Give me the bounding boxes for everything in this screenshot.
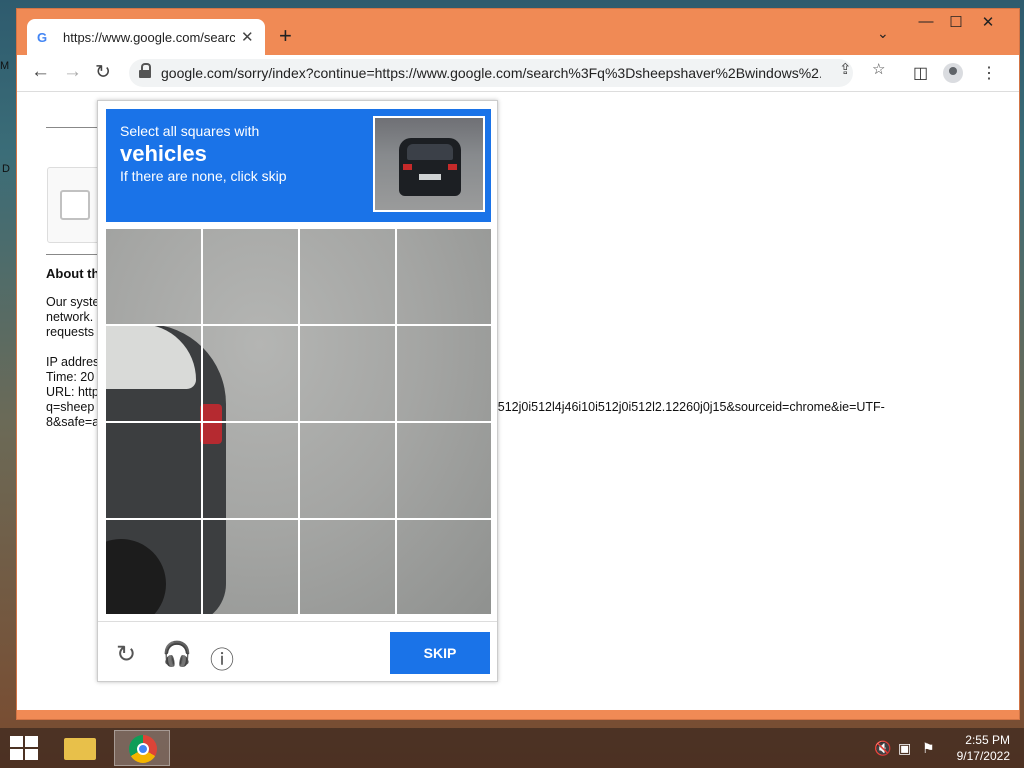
captcha-dialog: Select all squares with vehicles If ther…	[97, 100, 498, 682]
grid-tile[interactable]	[300, 326, 395, 421]
target-object-label: vehicles	[120, 141, 207, 166]
bookmark-star-icon[interactable]: ☆	[872, 60, 885, 78]
grid-tile[interactable]	[106, 423, 201, 518]
share-icon[interactable]: ⇪	[839, 60, 852, 78]
side-panel-icon[interactable]: ◫	[913, 63, 928, 83]
browser-toolbar: ← → ↻ google.com/sorry/index?continue=ht…	[17, 55, 1019, 92]
grid-tile[interactable]	[203, 229, 298, 324]
grid-tile[interactable]	[106, 520, 201, 614]
address-bar[interactable]: google.com/sorry/index?continue=https://…	[129, 59, 853, 87]
reload-icon[interactable]: ↻	[95, 61, 111, 84]
para-line: Our syste	[46, 295, 100, 309]
about-heading: About th	[46, 266, 100, 281]
help-info-icon[interactable]: ⓘ	[210, 640, 234, 675]
clock-date: 9/17/2022	[956, 749, 1010, 763]
grid-tile[interactable]	[397, 229, 491, 324]
reload-challenge-icon[interactable]: ↻	[116, 640, 136, 669]
grid-tile[interactable]	[203, 423, 298, 518]
desktop-edge-text-2: D	[2, 163, 10, 175]
lock-icon	[139, 63, 151, 78]
url-label: URL: http	[46, 385, 99, 399]
tab-search-chevron-icon[interactable]: ⌄	[877, 25, 889, 42]
google-favicon-icon: G	[37, 29, 48, 45]
captcha-image-grid	[106, 229, 491, 614]
action-center-flag-icon[interactable]: ⚑	[922, 740, 935, 757]
url-line-3: 8&safe=a	[46, 415, 100, 429]
example-image	[373, 116, 485, 212]
grid-tile[interactable]	[300, 229, 395, 324]
url-line-left: q=sheep	[46, 400, 95, 414]
forward-arrow-icon[interactable]: →	[63, 61, 82, 83]
system-clock[interactable]: 2:55 PM 9/17/2022	[940, 732, 1010, 764]
maximize-button[interactable]: ☐	[941, 13, 971, 33]
ip-address-label: IP addres	[46, 355, 100, 369]
grid-tile[interactable]	[300, 520, 395, 614]
grid-tile[interactable]	[203, 326, 298, 421]
url-line-right: i512j0i512l4j46i10i512j0i512l2.12260j0j1…	[495, 400, 885, 414]
grid-tile[interactable]	[397, 423, 491, 518]
chrome-taskbar-icon[interactable]	[114, 730, 170, 766]
clock-time: 2:55 PM	[965, 733, 1010, 747]
taskbar: 🔇 ▣ ⚑ 2:55 PM 9/17/2022	[0, 728, 1024, 768]
para-line: network.	[46, 310, 94, 324]
instruction-hint: If there are none, click skip	[120, 168, 287, 184]
captcha-footer: ↻ 🎧 ⓘ SKIP	[98, 621, 497, 682]
windows-start-icon[interactable]	[10, 736, 38, 760]
time-label: Time: 20	[46, 370, 95, 384]
network-icon[interactable]: ▣	[898, 740, 911, 757]
grid-tile[interactable]	[300, 423, 395, 518]
car-image	[399, 138, 461, 196]
grid-tile[interactable]	[397, 326, 491, 421]
file-explorer-icon[interactable]	[52, 730, 108, 766]
menu-kebab-icon[interactable]: ⋮	[981, 63, 997, 83]
back-arrow-icon[interactable]: ←	[31, 61, 50, 83]
new-tab-button[interactable]: +	[279, 23, 292, 49]
address-text: google.com/sorry/index?continue=https://…	[161, 65, 821, 81]
grid-tile[interactable]	[397, 520, 491, 614]
tab-close-icon[interactable]: ✕	[241, 28, 254, 46]
grid-tile[interactable]	[106, 229, 201, 324]
grid-tile[interactable]	[203, 520, 298, 614]
tab-title: https://www.google.com/search?	[63, 29, 235, 45]
minimize-button[interactable]: —	[911, 13, 941, 33]
para-line: requests	[46, 325, 94, 339]
browser-tab[interactable]: G https://www.google.com/search? ✕	[27, 19, 265, 55]
recaptcha-checkbox[interactable]	[60, 190, 90, 220]
close-window-button[interactable]: ✕	[973, 13, 1003, 33]
skip-button[interactable]: SKIP	[390, 632, 490, 674]
volume-muted-icon[interactable]: 🔇	[874, 740, 891, 757]
grid-tile[interactable]	[106, 326, 201, 421]
instruction-line: Select all squares with	[120, 123, 260, 139]
captcha-header: Select all squares with vehicles If ther…	[106, 109, 491, 222]
audio-challenge-headphones-icon[interactable]: 🎧	[162, 640, 192, 669]
profile-avatar-icon[interactable]	[943, 63, 963, 83]
